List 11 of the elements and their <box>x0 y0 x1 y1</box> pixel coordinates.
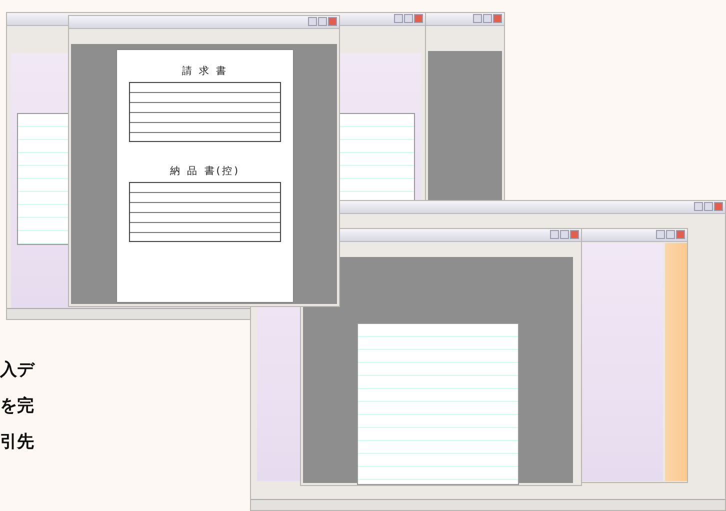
caption-text: 引先 <box>0 432 34 452</box>
window-controls-icon[interactable] <box>656 230 685 239</box>
caption-text: を完 <box>0 396 34 416</box>
window-controls-icon[interactable] <box>394 14 423 23</box>
document-title: 納 品 書(控) <box>170 164 240 178</box>
document-title: 請 求 書 <box>182 64 228 78</box>
caption-text: 入デ <box>0 360 34 380</box>
window-controls-icon[interactable] <box>694 202 723 211</box>
window-controls-icon[interactable] <box>308 17 337 26</box>
window-controls-icon[interactable] <box>550 230 579 239</box>
window-controls-icon[interactable] <box>473 14 502 23</box>
